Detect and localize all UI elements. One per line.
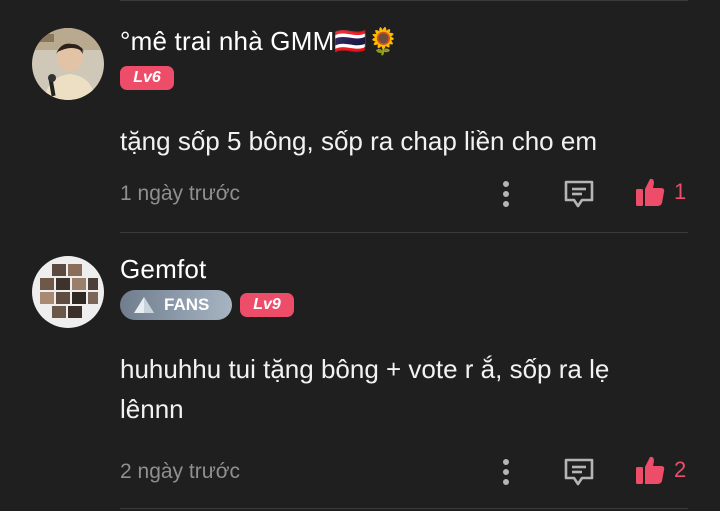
comment-meta: 2 ngày trước 2: [120, 452, 690, 492]
reply-icon[interactable]: [562, 456, 596, 488]
level-badge: Lv9: [240, 293, 294, 317]
comment-text: huhuhhu tui tặng bông + vote r ắ, sốp ra…: [120, 354, 610, 424]
badge-row: FANS Lv9: [120, 290, 294, 320]
badge-row: Lv6: [120, 66, 174, 90]
avatar-photo: [32, 256, 104, 328]
username[interactable]: Gemfot: [120, 254, 206, 285]
fans-badge: FANS: [120, 290, 232, 320]
comment-meta: 1 ngày trước 1: [120, 174, 690, 214]
more-vertical-icon[interactable]: [496, 458, 516, 486]
timestamp: 2 ngày trước: [120, 460, 241, 483]
avatar[interactable]: [32, 28, 104, 100]
like-count: 2: [674, 457, 687, 482]
avatar[interactable]: [32, 256, 104, 328]
like-button[interactable]: 2: [634, 454, 686, 486]
comment-divider: [120, 508, 688, 509]
like-button[interactable]: 1: [634, 176, 686, 208]
username[interactable]: °mê trai nhà GMM🇹🇭🌻: [120, 26, 400, 57]
comment-divider: [120, 232, 688, 233]
thumbs-up-icon: [636, 178, 665, 206]
top-divider: [120, 0, 688, 1]
fans-badge-label: FANS: [164, 295, 210, 314]
triangle-icon: [134, 297, 154, 313]
more-vertical-icon[interactable]: [496, 180, 516, 208]
like-count: 1: [674, 179, 687, 204]
timestamp: 1 ngày trước: [120, 182, 241, 205]
comment-text: tặng sốp 5 bông, sốp ra chap liền cho em: [120, 126, 597, 156]
reply-icon[interactable]: [562, 178, 596, 210]
level-badge: Lv6: [120, 66, 174, 90]
avatar-photo: [32, 28, 104, 100]
thumbs-up-icon: [636, 456, 665, 484]
